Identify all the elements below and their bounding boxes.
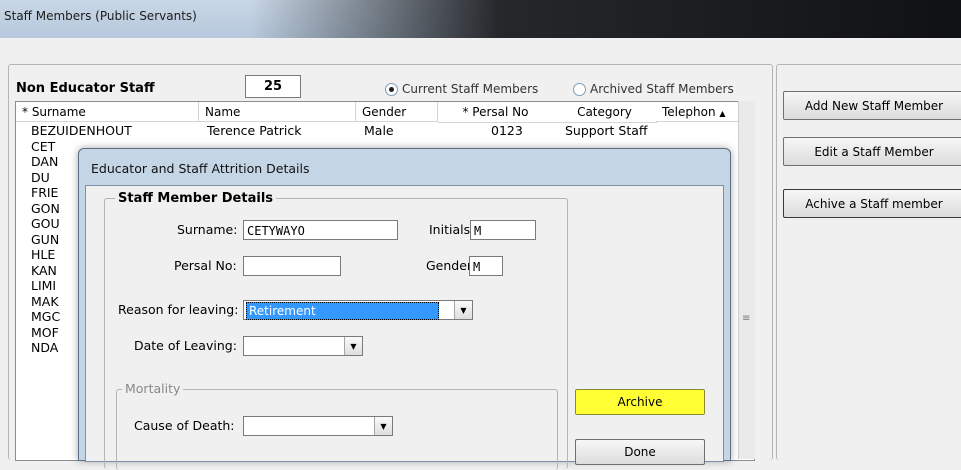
surname-label: Surname: <box>177 222 238 237</box>
radio-current-label: Current Staff Members <box>402 82 539 96</box>
radio-current-staff[interactable]: Current Staff Members <box>385 81 538 97</box>
chevron-down-icon[interactable]: ▼ <box>344 337 362 355</box>
column-header-label: Category <box>577 105 632 119</box>
column-header-name[interactable]: Name <box>199 102 356 122</box>
staff-list-heading: Non Educator Staff <box>16 81 155 96</box>
cell-surname: BEZUIDENHOUT <box>31 123 132 138</box>
cell-surname: MGC <box>31 309 61 324</box>
mortality-heading: Mortality <box>122 381 184 396</box>
cell-surname: DAN <box>31 154 59 169</box>
staff-details-heading: Staff Member Details <box>115 191 277 206</box>
column-header-persal[interactable]: * Persal No <box>438 102 554 123</box>
cell-surname: CET <box>31 138 56 154</box>
dialog-done-button[interactable]: Done <box>575 439 705 465</box>
dialog-title: Educator and Staff Attrition Details <box>91 161 310 176</box>
grid-vertical-scrollbar[interactable]: ≡ <box>738 101 755 459</box>
chevron-down-icon[interactable]: ▼ <box>374 417 392 435</box>
initials-label: Initials: <box>429 222 475 237</box>
window-title: Staff Members (Public Servants) <box>4 9 197 23</box>
column-header-label: * Persal No <box>462 105 529 119</box>
cause-label: Cause of Death: <box>134 418 235 433</box>
staff-count-field: 25 <box>245 75 301 98</box>
cell-surname: LIMI <box>31 278 57 293</box>
edit-staff-button[interactable]: Edit a Staff Member <box>783 137 961 166</box>
cell-surname: GUN <box>31 231 60 247</box>
initials-field[interactable]: M <box>470 220 536 240</box>
dialog-body: Staff Member Details Surname: CETYWAYO I… <box>85 185 724 470</box>
cell-surname: NDA <box>31 340 59 355</box>
archive-staff-button[interactable]: Achive a Staff member <box>783 189 961 218</box>
cell-surname: MAK <box>31 293 59 309</box>
column-header-label: Name <box>205 105 241 119</box>
cell-name: Terence Patrick <box>207 123 302 138</box>
date-of-leaving-picker[interactable]: ▼ <box>243 336 363 356</box>
column-header-surname[interactable]: * Surname <box>16 102 199 122</box>
date-label: Date of Leaving: <box>134 338 237 353</box>
cell-surname: GOU <box>31 216 60 231</box>
persal-field[interactable] <box>243 256 341 276</box>
radio-current-indicator[interactable] <box>385 82 398 96</box>
scroll-grip-icon: ≡ <box>742 313 751 324</box>
reason-selected-value: Retirement <box>246 302 439 320</box>
window-titlebar: Staff Members (Public Servants) <box>0 0 961 38</box>
cause-of-death-value <box>246 418 248 434</box>
titlebar-shade <box>250 0 961 38</box>
cell-category: Support Staff <box>565 123 648 138</box>
add-staff-button[interactable]: Add New Staff Member <box>783 91 961 120</box>
column-header-label: * Surname <box>22 105 86 119</box>
column-header-label: Gender <box>362 105 407 119</box>
column-header-label: Telephon <box>662 105 716 119</box>
column-header-gender[interactable]: Gender <box>356 102 438 122</box>
radio-archived-label: Archived Staff Members <box>590 82 734 96</box>
cell-surname: KAN <box>31 262 57 278</box>
radio-archived-staff[interactable]: Archived Staff Members <box>573 81 734 97</box>
actions-group <box>776 64 961 460</box>
cell-persal: 0123 <box>491 123 523 138</box>
gender-field[interactable]: M <box>469 256 503 276</box>
column-header-category[interactable]: Category <box>553 102 657 123</box>
persal-label: Persal No: <box>174 258 237 273</box>
surname-field[interactable]: CETYWAYO <box>243 220 398 240</box>
cell-surname: DU <box>31 169 50 185</box>
attrition-dialog: Educator and Staff Attrition Details Sta… <box>78 148 731 470</box>
reason-dropdown[interactable]: Retirement ▼ <box>243 300 473 320</box>
chevron-down-icon[interactable]: ▼ <box>454 301 472 319</box>
radio-archived-indicator[interactable] <box>573 82 586 96</box>
dialog-archive-button[interactable]: Archive <box>575 389 705 415</box>
cause-of-death-dropdown[interactable]: ▼ <box>243 416 393 436</box>
cell-surname: FRIE <box>31 185 59 200</box>
cell-gender: Male <box>364 123 394 138</box>
cell-surname: HLE <box>31 247 56 262</box>
cell-surname: MOF <box>31 324 59 340</box>
date-of-leaving-value <box>246 338 248 354</box>
sort-up-icon: ▲ <box>719 109 726 118</box>
cell-surname: GON <box>31 200 60 216</box>
reason-label: Reason for leaving: <box>118 302 239 317</box>
